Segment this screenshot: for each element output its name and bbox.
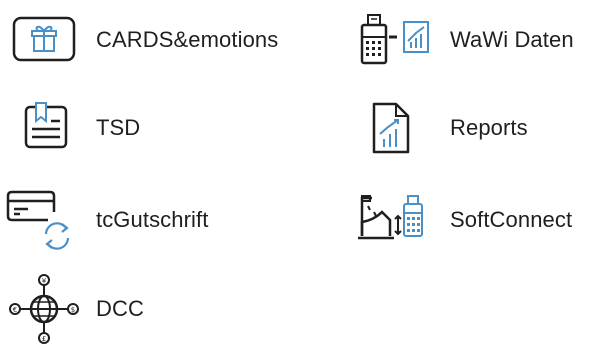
card-refresh-icon: [4, 190, 84, 250]
tile-tsd[interactable]: TSD: [4, 98, 289, 158]
tile-cards-emotions[interactable]: CARDS&emotions: [4, 10, 289, 70]
svg-text:£: £: [42, 335, 46, 343]
register-sync-icon: [356, 190, 444, 250]
tile-label: SoftConnect: [450, 207, 573, 232]
gift-icon: [4, 10, 84, 70]
svg-text:¥: ¥: [42, 277, 47, 285]
tile-softconnect[interactable]: SoftConnect: [356, 190, 602, 250]
report-document-icon: [356, 98, 444, 158]
svg-text:$: $: [71, 306, 75, 314]
svg-text:€: €: [13, 306, 17, 314]
id-card-icon: [4, 98, 84, 158]
currency-globe-icon: ¥ £ € $: [4, 274, 84, 344]
tile-label: tcGutschrift: [96, 207, 209, 232]
tile-label: CARDS&emotions: [96, 27, 279, 52]
tile-tcgutschrift[interactable]: tcGutschrift: [4, 190, 289, 250]
register-to-chart-icon: [356, 10, 444, 70]
tile-dcc[interactable]: ¥ £ € $ DCC: [4, 274, 289, 344]
tile-wawi-daten[interactable]: WaWi Daten: [356, 10, 602, 70]
tile-reports[interactable]: Reports: [356, 98, 602, 158]
tile-label: DCC: [96, 296, 144, 321]
tile-label: TSD: [96, 115, 141, 140]
tile-label: Reports: [450, 115, 528, 140]
tile-label: WaWi Daten: [450, 27, 574, 52]
